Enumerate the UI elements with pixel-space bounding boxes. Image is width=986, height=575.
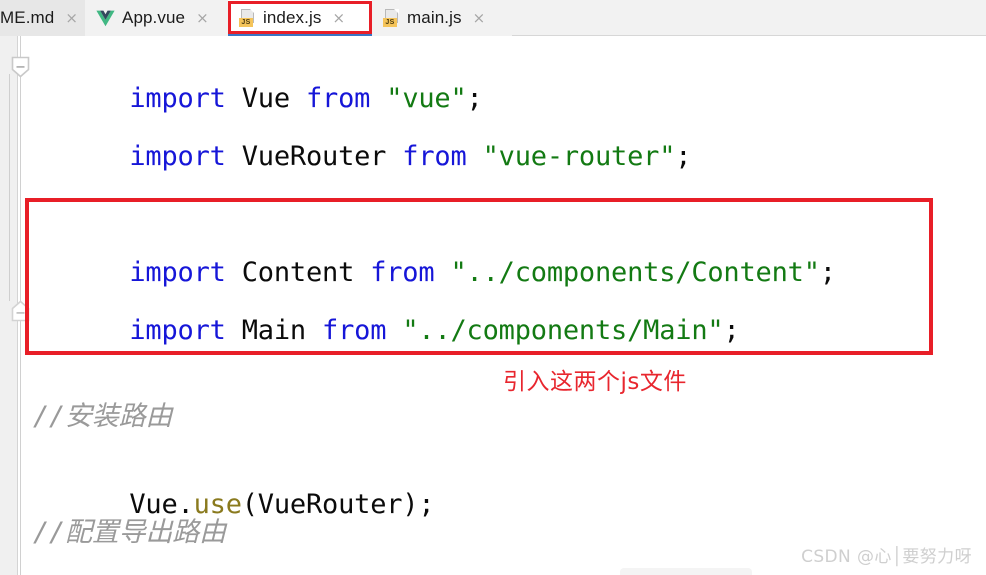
token-identifier: Vue — [225, 83, 306, 114]
token-string: "vue-router" — [482, 141, 676, 172]
close-icon[interactable]: × — [63, 9, 80, 28]
token-string: "../components/Main" — [402, 315, 724, 346]
token-dot: . — [177, 489, 194, 520]
close-icon[interactable]: × — [330, 9, 347, 28]
token-identifier: Content — [225, 257, 371, 288]
token-method: use — [193, 489, 242, 520]
tab-main-js[interactable]: JS main.js × — [372, 0, 512, 36]
token-keyword: from — [402, 141, 467, 172]
tab-app-vue[interactable]: App.vue × — [85, 0, 228, 36]
csdn-watermark: CSDN @心│要努力呀 — [801, 547, 972, 567]
token-identifier: VueRouter — [225, 141, 403, 172]
red-annotation-text: 引入这两个js文件 — [503, 369, 687, 395]
code-text-area[interactable]: import Vue from "vue"; import VueRouter … — [0, 36, 986, 575]
vue-file-icon — [96, 10, 115, 27]
js-icon-badge: JS — [383, 18, 397, 27]
token-keyword: from — [305, 83, 371, 114]
tab-index-js[interactable]: JS index.js × — [228, 0, 372, 36]
token-string: "vue" — [386, 83, 467, 114]
tab-readme-md[interactable]: ME.md × — [0, 0, 85, 36]
close-icon[interactable]: × — [471, 9, 488, 28]
tab-label: index.js — [263, 8, 322, 27]
tab-label: ME.md — [0, 8, 55, 27]
code-line-7-comment[interactable]: //安装路由 — [33, 402, 173, 432]
token-identifier: Vue — [129, 489, 178, 520]
bottom-ghost-bar — [620, 568, 752, 575]
token-arguments: (VueRouter); — [241, 489, 435, 520]
token-punctuation: ; — [466, 83, 483, 114]
token-punctuation: ; — [819, 257, 836, 288]
tab-label: App.vue — [122, 8, 186, 27]
token-keyword: import — [129, 83, 226, 114]
token-keyword: import — [129, 257, 226, 288]
code-editor[interactable]: import Vue from "vue"; import VueRouter … — [0, 36, 986, 575]
close-icon[interactable]: × — [194, 9, 211, 28]
code-line-2[interactable]: import VueRouter from "vue-router"; — [33, 112, 691, 202]
js-icon-corner-fold — [250, 9, 255, 14]
js-file-icon: JS — [239, 9, 256, 27]
js-icon-corner-fold — [394, 9, 399, 14]
js-icon-badge: JS — [239, 18, 253, 27]
js-file-icon: JS — [383, 9, 400, 27]
token-string: "../components/Content" — [450, 257, 820, 288]
token-keyword: import — [129, 141, 226, 172]
editor-tab-bar: ME.md × App.vue × JS index.js × JS main.… — [0, 0, 986, 36]
tab-label: main.js — [407, 8, 462, 27]
token-keyword: import — [129, 315, 226, 346]
token-keyword: from — [322, 315, 387, 346]
token-punctuation: ; — [723, 315, 740, 346]
code-line-9-comment[interactable]: //配置导出路由 — [33, 518, 226, 548]
token-punctuation: ; — [675, 141, 692, 172]
token-identifier: Main — [225, 315, 323, 346]
token-keyword: from — [370, 257, 435, 288]
